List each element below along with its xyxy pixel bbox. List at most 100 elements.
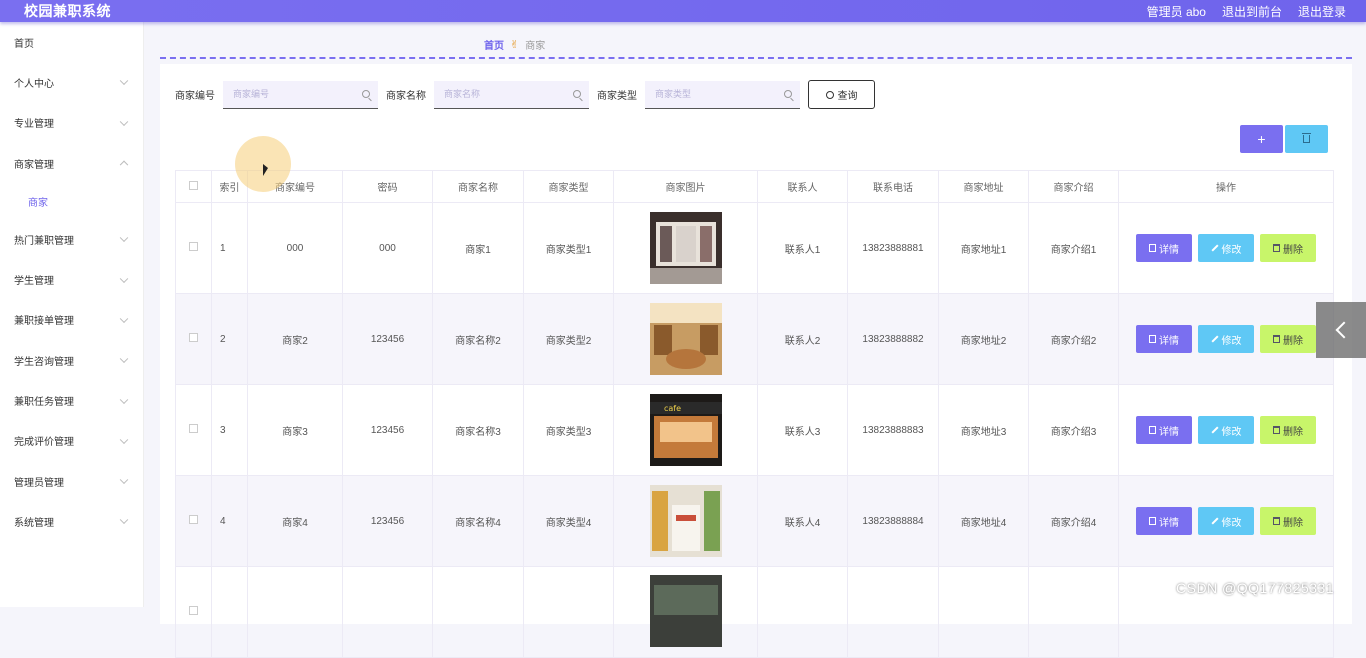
chevron-down-icon [119, 515, 129, 525]
cell-image[interactable]: cafe [613, 384, 758, 476]
view-detail-button[interactable]: 详情 [1136, 416, 1192, 444]
sidebar-item-reviews[interactable]: 完成评价管理 [0, 421, 143, 461]
add-button[interactable]: + [1240, 125, 1283, 153]
trash-icon [1273, 517, 1280, 525]
sidebar-item-students[interactable]: 学生管理 [0, 259, 143, 299]
header-image: 商家图片 [613, 170, 758, 203]
merchant-name-field[interactable] [434, 80, 589, 109]
cell-image[interactable] [613, 475, 758, 567]
sidebar-item-merchant[interactable]: 商家管理 [0, 143, 143, 183]
merchant-code-field[interactable] [223, 80, 378, 109]
row-checkbox[interactable] [189, 606, 198, 615]
breadcrumb-home[interactable]: 首页 [484, 37, 504, 52]
hand-icon: ✌ [510, 39, 520, 51]
cell-contact: 联系人4 [757, 475, 848, 567]
view-detail-button[interactable]: 详情 [1136, 234, 1192, 262]
delete-button[interactable]: 删除 [1260, 234, 1316, 262]
cell-image[interactable] [613, 293, 758, 385]
sidebar-item-major[interactable]: 专业管理 [0, 103, 143, 143]
search-icon [825, 90, 834, 99]
cell-image[interactable] [613, 202, 758, 294]
header-type: 商家类型 [523, 170, 614, 203]
header-phone: 联系电话 [847, 170, 939, 203]
delete-button[interactable]: 删除 [1260, 325, 1316, 353]
row-checkbox[interactable] [189, 424, 198, 433]
merchant-type-input[interactable] [655, 89, 775, 99]
content-panel: 商家编号 商家名称 商家类型 查询 + [160, 64, 1352, 658]
cell-address: 商家地址3 [938, 384, 1029, 476]
chevron-down-icon [119, 475, 129, 485]
search-bar: 商家编号 商家名称 商家类型 查询 [175, 80, 875, 109]
row-select-cell[interactable] [175, 475, 212, 567]
store-image [649, 575, 722, 647]
sidebar-subitem-merchant[interactable]: 商家 [0, 183, 143, 219]
cell-contact: 联系人3 [757, 384, 848, 476]
edit-button[interactable]: 修改 [1198, 234, 1254, 262]
collapse-panel-button[interactable] [1316, 302, 1366, 358]
batch-delete-button[interactable] [1285, 125, 1328, 153]
pencil-icon [1210, 244, 1219, 252]
row-checkbox[interactable] [189, 242, 198, 251]
edit-button[interactable]: 修改 [1198, 325, 1254, 353]
cell-contact: 联系人1 [757, 202, 848, 294]
table-header-row: 索引 商家编号 密码 商家名称 商家类型 商家图片 联系人 联系电话 商家地址 … [175, 170, 1334, 203]
cell-address: 商家地址4 [938, 475, 1029, 567]
pencil-icon [1210, 426, 1219, 434]
sidebar-item-tasks[interactable]: 兼职任务管理 [0, 380, 143, 420]
trash-icon [1273, 244, 1280, 252]
cell-code: 商家4 [247, 475, 343, 567]
cell-type: 商家类型1 [523, 202, 614, 294]
chevron-down-icon [119, 233, 129, 243]
chevron-down-icon [119, 314, 129, 323]
chevron-down-icon [119, 354, 129, 364]
sidebar-item-admins[interactable]: 管理员管理 [0, 461, 143, 501]
view-detail-button[interactable]: 详情 [1136, 507, 1192, 535]
merchant-type-label: 商家类型 [597, 91, 637, 102]
main-content: 首页 ✌ 商家 商家编号 商家名称 商家类型 查询 [144, 22, 1366, 658]
delete-button[interactable]: 删除 [1260, 416, 1316, 444]
view-detail-button[interactable]: 详情 [1136, 325, 1192, 353]
trash-icon [1273, 426, 1280, 434]
sidebar-item-consult[interactable]: 学生咨询管理 [0, 340, 143, 380]
row-select-cell[interactable] [175, 384, 212, 476]
sidebar-item-profile[interactable]: 个人中心 [0, 62, 143, 102]
edit-button[interactable]: 修改 [1198, 416, 1254, 444]
sidebar: 首页 个人中心 专业管理 商家管理 商家 热门兼职管理 学生管理 兼职接单管理 … [0, 22, 144, 607]
cell-index: 3 [211, 384, 248, 476]
query-button[interactable]: 查询 [808, 80, 875, 109]
merchant-code-input[interactable] [233, 89, 353, 99]
select-all-cell[interactable] [175, 170, 212, 203]
row-select-cell[interactable] [175, 202, 212, 294]
row-checkbox[interactable] [189, 515, 198, 524]
cell-password: 123456 [342, 475, 433, 567]
cell-phone: 13823888881 [847, 202, 939, 294]
chevron-up-icon [119, 160, 129, 170]
store-image [649, 485, 722, 557]
cell-type: 商家类型3 [523, 384, 614, 476]
edit-button[interactable]: 修改 [1198, 507, 1254, 535]
row-checkbox[interactable] [189, 333, 198, 342]
header-address: 商家地址 [938, 170, 1029, 203]
header-intro: 商家介绍 [1028, 170, 1119, 203]
sidebar-item-orders[interactable]: 兼职接单管理 [0, 300, 143, 340]
row-select-cell[interactable] [175, 293, 212, 385]
logout-link[interactable]: 退出登录 [1298, 3, 1346, 20]
header-name: 商家名称 [432, 170, 524, 203]
row-select-cell[interactable] [175, 566, 212, 658]
delete-button[interactable]: 删除 [1260, 507, 1316, 535]
cell-phone: 13823888882 [847, 293, 939, 385]
cell-password: 123456 [342, 384, 433, 476]
table-row: 4 商家4 123456 商家名称4 商家类型4 联系人4 1382388888… [175, 475, 1334, 567]
select-all-checkbox[interactable] [189, 180, 198, 190]
cell-type: 商家类型4 [523, 475, 614, 567]
chevron-down-icon [119, 117, 129, 126]
sidebar-item-system[interactable]: 系统管理 [0, 501, 143, 541]
table-row [175, 566, 1334, 658]
merchant-name-input[interactable] [444, 89, 564, 99]
sidebar-item-home[interactable]: 首页 [0, 22, 143, 62]
back-to-front-link[interactable]: 退出到前台 [1222, 3, 1282, 20]
cell-image[interactable] [613, 566, 758, 658]
sidebar-item-hot-jobs[interactable]: 热门兼职管理 [0, 219, 143, 259]
merchant-type-field[interactable] [645, 80, 800, 109]
cell-intro: 商家介绍3 [1028, 384, 1119, 476]
